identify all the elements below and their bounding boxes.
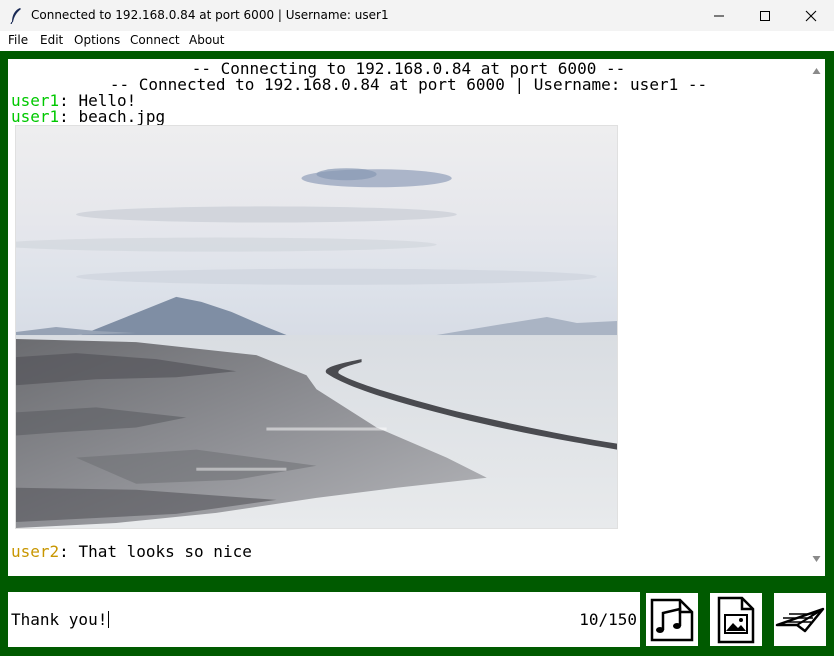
menu-options[interactable]: Options [74, 33, 120, 47]
send-message-button[interactable] [774, 593, 826, 646]
main-frame: -- Connecting to 192.168.0.84 at port 60… [0, 51, 834, 656]
scroll-down-arrow-icon[interactable] [812, 555, 821, 563]
close-icon [805, 10, 817, 21]
feather-app-icon [10, 8, 21, 24]
maximize-button[interactable] [742, 0, 788, 31]
shared-beach-photo [15, 125, 618, 529]
menu-edit[interactable]: Edit [40, 33, 63, 47]
menu-about[interactable]: About [189, 33, 224, 47]
send-audio-button[interactable] [646, 593, 698, 646]
menu-connect[interactable]: Connect [130, 33, 180, 47]
chat-scrollbar[interactable] [808, 59, 825, 576]
text-caret [108, 611, 110, 628]
message-username: user2 [11, 542, 60, 561]
minimize-button[interactable] [696, 0, 742, 31]
chat-text: -- Connecting to 192.168.0.84 at port 60… [11, 59, 806, 576]
chat-log[interactable]: -- Connecting to 192.168.0.84 at port 60… [8, 59, 825, 576]
message-separator: : [59, 542, 69, 561]
maximize-icon [760, 10, 770, 21]
character-counter: 10/150 [579, 610, 637, 629]
message-input[interactable]: Thank you! [11, 610, 110, 629]
title-bar: Connected to 192.168.0.84 at port 6000 |… [0, 0, 834, 32]
window-title: Connected to 192.168.0.84 at port 6000 |… [31, 8, 389, 22]
menu-file[interactable]: File [8, 33, 28, 47]
image-file-icon [717, 596, 755, 643]
chat-message: user1: beach.jpg [11, 109, 165, 125]
paper-plane-icon [775, 607, 825, 632]
message-separator: : [59, 107, 69, 126]
minimize-icon [714, 15, 724, 16]
menu-bar: File Edit Options Connect About [0, 31, 834, 51]
send-image-button[interactable] [710, 593, 762, 646]
message-username: user1 [11, 107, 60, 126]
message-text: That looks so nice [68, 542, 252, 561]
close-button[interactable] [788, 0, 834, 31]
message-text: beach.jpg [68, 107, 166, 126]
message-input-value: Thank you! [11, 610, 108, 629]
message-input-box[interactable]: Thank you! 10/150 [8, 592, 640, 647]
music-file-icon [650, 598, 694, 641]
scroll-up-arrow-icon[interactable] [812, 67, 821, 75]
chat-message: user2: That looks so nice [11, 544, 252, 560]
